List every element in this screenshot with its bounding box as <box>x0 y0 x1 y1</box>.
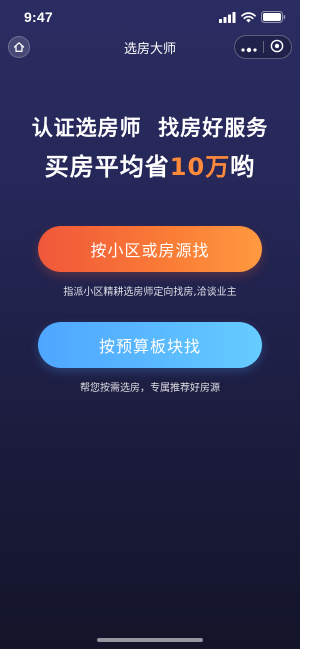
search-by-budget-caption: 帮您按需选房，专属推荐好房源 <box>80 383 220 394</box>
search-by-community-caption: 指派小区精耕选房师定向找房,洽谈业主 <box>63 287 237 298</box>
hero-savings-highlight: 10万 <box>169 153 231 181</box>
cellular-signal-icon <box>219 11 236 23</box>
hero-line-2: 买房平均省10万哟 <box>0 147 300 182</box>
mini-program-capsule <box>234 35 292 59</box>
hero-line-2-prefix: 买房平均省 <box>44 153 170 181</box>
home-indicator <box>97 638 203 642</box>
more-button[interactable] <box>235 36 263 58</box>
search-by-budget-button[interactable]: 按预算板块找 <box>38 322 262 368</box>
status-icons <box>219 11 286 23</box>
hero-line-2-suffix: 哟 <box>230 153 256 181</box>
status-bar: 9:47 <box>0 0 300 32</box>
wifi-icon <box>241 11 256 23</box>
status-time: 9:47 <box>24 9 53 25</box>
search-by-community-button[interactable]: 按小区或房源找 <box>38 226 262 272</box>
nav-bar: 选房大师 <box>0 32 300 62</box>
screen: 9:47 选房大师 认证选房师 找房好服务 买房平均省10万哟 按小区或房源找 … <box>0 0 300 649</box>
hero-line-1: 认证选房师 找房好服务 <box>31 116 269 140</box>
more-dots-icon <box>240 38 258 57</box>
close-button[interactable] <box>264 36 292 58</box>
target-close-icon <box>270 38 284 57</box>
battery-icon <box>261 11 286 23</box>
